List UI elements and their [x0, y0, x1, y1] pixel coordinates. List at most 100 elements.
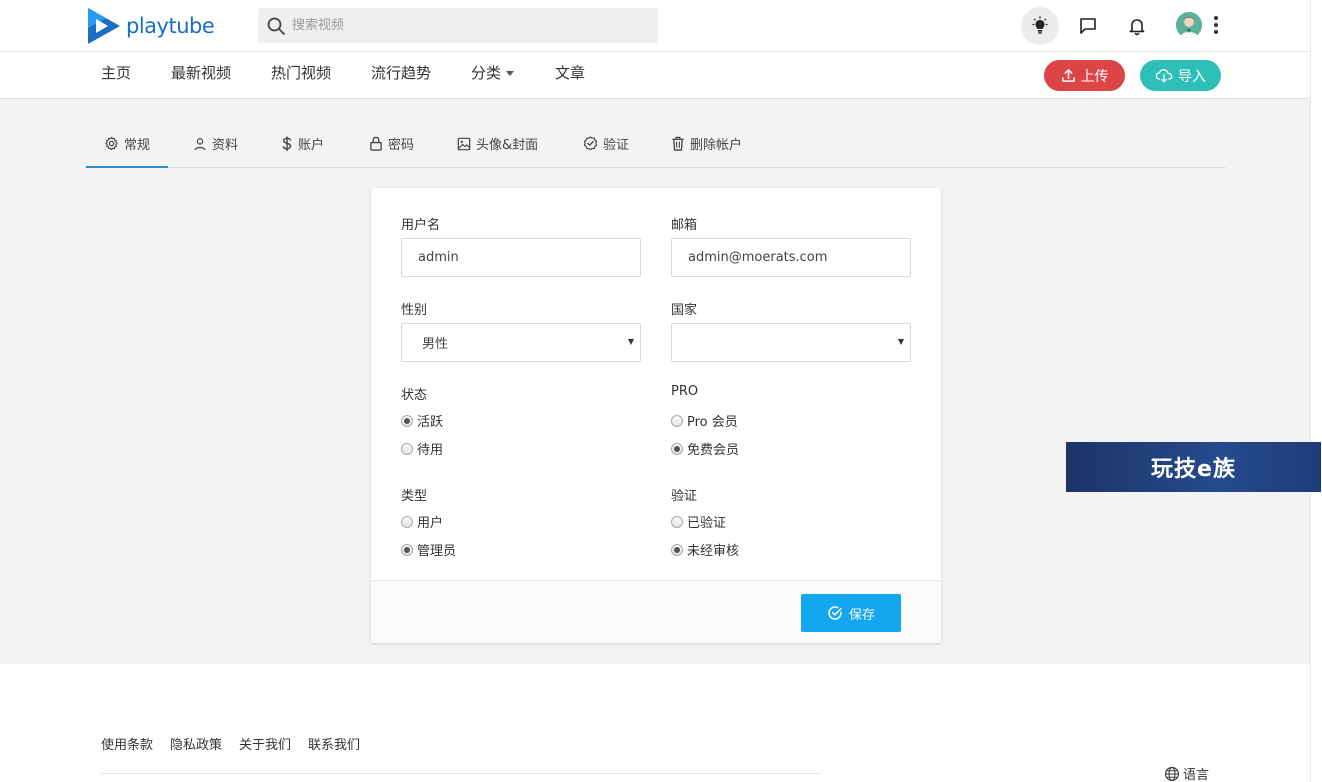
language-label: 语言 [1183, 768, 1210, 782]
lightbulb-icon [1032, 16, 1048, 34]
settings-tabs: 常规 资料 账户 密码 头像&封面 验证 删除帐户 [86, 120, 1226, 168]
username-value: admin [418, 250, 459, 265]
import-label: 导入 [1178, 68, 1206, 85]
status-label: 状态 [401, 388, 428, 403]
status-active-radio[interactable]: 活跃 [401, 411, 443, 430]
play-logo-icon [88, 8, 120, 44]
tab-general[interactable]: 常规 [86, 120, 169, 168]
nav-item-home[interactable]: 主页 [101, 62, 131, 83]
search-icon [267, 17, 285, 35]
footer-link-terms[interactable]: 使用条款 [101, 734, 153, 753]
nav-item-categories[interactable]: 分类 [471, 62, 515, 83]
save-button[interactable]: 保存 [801, 594, 901, 632]
footer-link-contact[interactable]: 联系我们 [308, 734, 360, 753]
watermark-text: 玩技e族 [1151, 457, 1236, 482]
gender-label: 性别 [401, 303, 428, 318]
email-label: 邮箱 [671, 218, 698, 233]
verify-label: 验证 [671, 489, 698, 504]
nav-item-trending[interactable]: 流行趋势 [371, 62, 431, 83]
free-member-label: 免费会员 [687, 443, 740, 458]
bell-icon [1129, 19, 1145, 36]
tab-verification[interactable]: 验证 [565, 120, 647, 167]
radio-checked-icon [671, 543, 683, 556]
notifications-button[interactable] [1118, 7, 1156, 45]
tab-profile-label: 资料 [212, 138, 239, 153]
type-admin-label: 管理员 [417, 544, 457, 559]
username-input[interactable]: admin [401, 238, 641, 277]
messages-button[interactable] [1069, 7, 1107, 45]
search-bar [258, 8, 658, 43]
tab-profile[interactable]: 资料 [175, 120, 256, 167]
tab-password-label: 密码 [388, 138, 415, 153]
kebab-dot-icon [1214, 16, 1218, 20]
nav-item-articles[interactable]: 文章 [555, 62, 585, 83]
tab-delete-account[interactable]: 删除帐户 [653, 120, 760, 167]
dropdown-arrow-icon [628, 339, 634, 345]
type-admin-radio[interactable]: 管理员 [401, 540, 456, 559]
kebab-dot-icon [1214, 30, 1218, 34]
nav-item-popular[interactable]: 热门视频 [271, 62, 331, 83]
import-button[interactable]: 导入 [1140, 60, 1221, 91]
upload-button[interactable]: 上传 [1044, 60, 1125, 91]
chat-bubble-icon [1080, 18, 1096, 34]
user-avatar[interactable] [1176, 12, 1202, 38]
email-value: admin@moerats.com [688, 250, 828, 265]
cloud-download-icon [1155, 68, 1173, 83]
type-label: 类型 [401, 489, 428, 504]
avatar-image [1176, 12, 1202, 38]
tab-avatar-cover[interactable]: 头像&封面 [439, 120, 556, 167]
radio-unchecked-icon [401, 442, 413, 455]
upload-icon [1061, 69, 1075, 82]
gender-value: 男性 [422, 337, 449, 352]
trash-icon [672, 136, 684, 151]
gear-icon [105, 136, 118, 150]
country-select[interactable] [671, 323, 911, 362]
gender-select[interactable]: 男性 [401, 323, 641, 362]
tab-account[interactable]: 账户 [263, 120, 342, 167]
more-menu-button[interactable] [1208, 14, 1224, 36]
image-icon [457, 137, 471, 150]
radio-checked-icon [401, 543, 413, 556]
type-user-radio[interactable]: 用户 [401, 512, 443, 531]
search-input[interactable] [292, 18, 632, 33]
lock-icon [370, 136, 382, 151]
top-header: playtube [0, 0, 1310, 52]
card-footer: 保存 [371, 580, 941, 643]
pro-member-radio[interactable]: Pro 会员 [671, 411, 738, 430]
save-label: 保存 [848, 607, 875, 623]
check-circle-icon [828, 606, 842, 620]
radio-checked-icon [671, 442, 683, 455]
page-scrollbar[interactable] [1310, 0, 1322, 782]
dropdown-arrow-icon [898, 339, 904, 345]
logo[interactable]: playtube [86, 6, 215, 46]
nav-item-latest[interactable]: 最新视频 [171, 62, 231, 83]
general-settings-card: 用户名 邮箱 admin admin@moerats.com 性别 国家 男性 … [371, 188, 941, 643]
status-active-label: 活跃 [417, 415, 444, 430]
user-icon [194, 137, 206, 150]
footer-link-about[interactable]: 关于我们 [239, 734, 291, 753]
main-nav: 主页 最新视频 热门视频 流行趋势 分类 文章 上传 导入 [0, 52, 1310, 99]
free-member-radio[interactable]: 免费会员 [671, 439, 739, 458]
radio-unchecked-icon [671, 515, 683, 528]
pro-label: PRO [671, 384, 699, 399]
footer-link-privacy[interactable]: 隐私政策 [170, 734, 222, 753]
unverified-label: 未经审核 [687, 544, 740, 559]
verified-radio[interactable]: 已验证 [671, 512, 726, 531]
tab-password[interactable]: 密码 [351, 120, 432, 167]
unverified-radio[interactable]: 未经审核 [671, 540, 739, 559]
email-input[interactable]: admin@moerats.com [671, 238, 911, 277]
language-button[interactable]: 语言 [1164, 764, 1209, 782]
pro-member-label: Pro 会员 [687, 415, 738, 430]
username-label: 用户名 [401, 218, 441, 233]
kebab-dot-icon [1214, 23, 1218, 27]
radio-unchecked-icon [401, 515, 413, 528]
watermark-banner: 玩技e族 [1066, 442, 1321, 492]
type-user-label: 用户 [417, 516, 444, 531]
caret-down-icon [506, 71, 515, 76]
country-label: 国家 [671, 303, 698, 318]
theme-toggle-button[interactable] [1021, 7, 1059, 45]
verified-label: 已验证 [687, 516, 727, 531]
tab-account-label: 账户 [298, 138, 325, 153]
status-pending-radio[interactable]: 待用 [401, 439, 443, 458]
upload-label: 上传 [1080, 68, 1109, 85]
